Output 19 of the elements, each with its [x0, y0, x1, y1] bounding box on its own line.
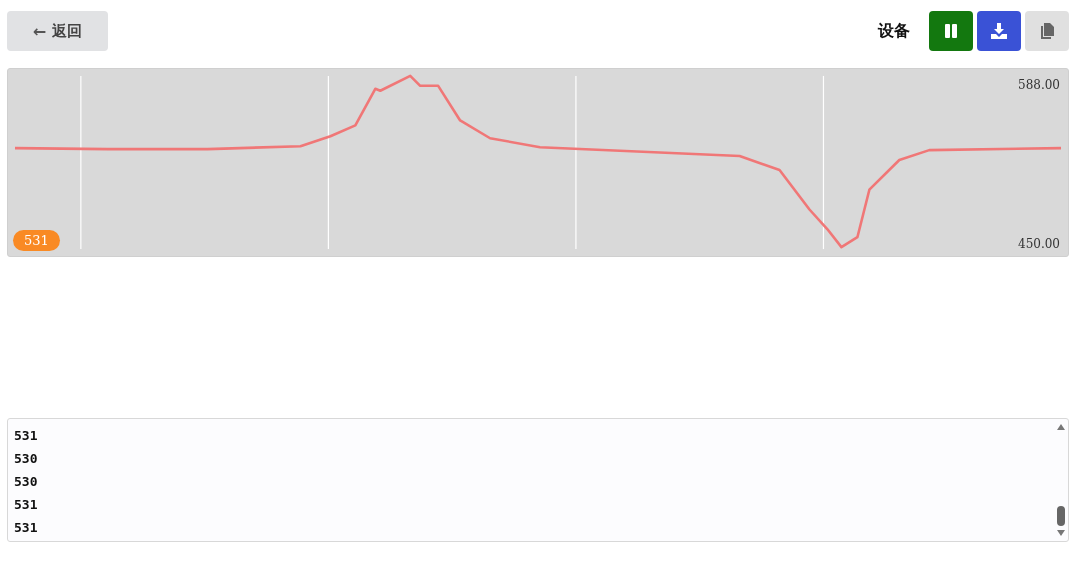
- scroll-thumb[interactable]: [1057, 506, 1065, 526]
- log-line: 530: [14, 473, 39, 491]
- log-line: 530: [14, 450, 39, 468]
- current-value-badge: 531: [13, 230, 60, 251]
- scroll-down-icon[interactable]: [1056, 529, 1066, 537]
- copy-button[interactable]: [1025, 11, 1069, 51]
- log-line: 531: [14, 496, 39, 514]
- log-line: 531: [14, 519, 39, 537]
- log-line: 531: [14, 427, 39, 445]
- back-button[interactable]: ← 返回: [7, 11, 108, 51]
- min-value-label: 450.00: [1018, 237, 1060, 251]
- max-value-label: 588.00: [1018, 78, 1060, 92]
- copy-icon: [1039, 22, 1055, 40]
- scroll-up-icon[interactable]: [1056, 423, 1066, 431]
- pause-button[interactable]: [929, 11, 973, 51]
- download-button[interactable]: [977, 11, 1021, 51]
- download-icon: [990, 22, 1008, 40]
- pause-icon: [943, 23, 959, 39]
- device-label: 设备: [878, 20, 910, 42]
